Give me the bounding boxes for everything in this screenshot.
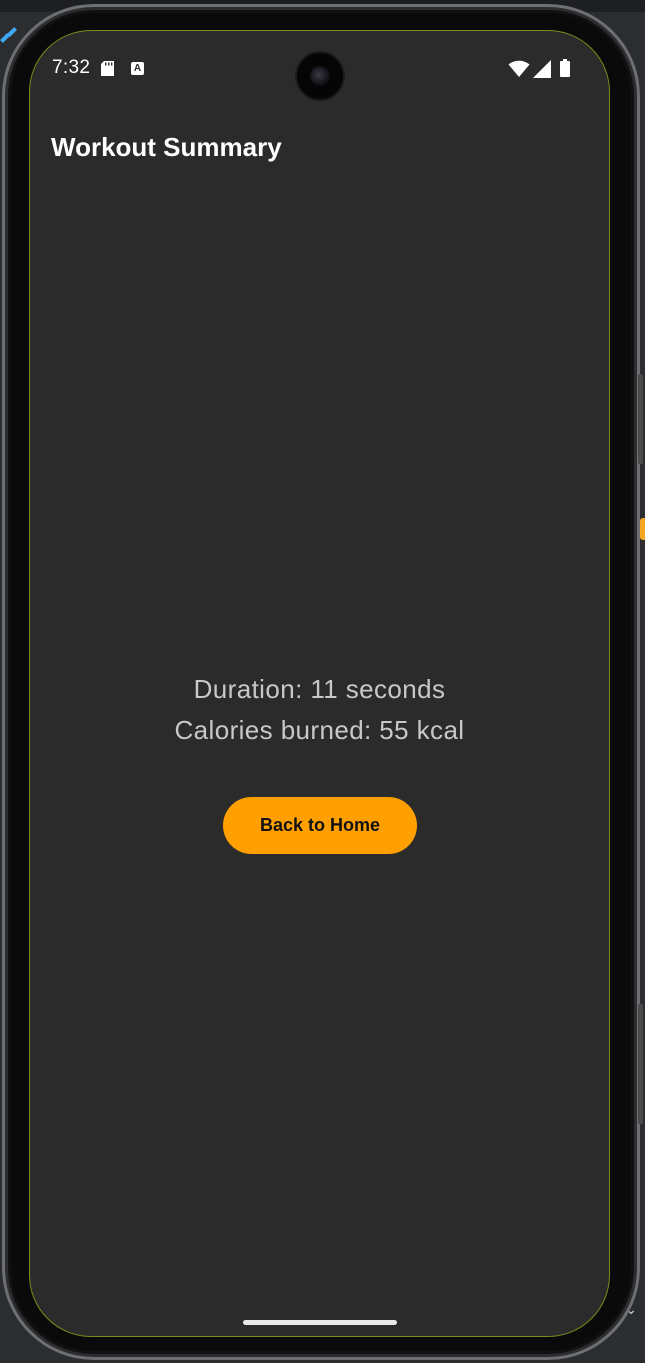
wifi-icon <box>508 60 530 77</box>
ide-marker <box>640 518 645 540</box>
back-to-home-button[interactable]: Back to Home <box>223 797 417 854</box>
volume-button <box>638 1004 643 1124</box>
device-screen: 7:32 A Workout Summary Duration: 11 seco… <box>29 30 610 1337</box>
signal-icon <box>533 60 551 78</box>
power-button <box>638 374 643 464</box>
page-title: Workout Summary <box>51 132 282 162</box>
calories-text: Calories burned: 55 kcal <box>174 715 465 745</box>
home-indicator[interactable] <box>243 1320 397 1325</box>
sd-card-icon <box>101 61 114 76</box>
front-camera-icon <box>297 53 343 99</box>
workout-summary: Duration: 11 seconds Calories burned: 55… <box>30 669 609 751</box>
flutter-logo-icon <box>0 27 18 48</box>
a-keyboard-icon: A <box>131 62 144 75</box>
battery-icon <box>560 59 570 77</box>
status-time: 7:32 <box>52 57 91 78</box>
duration-text: Duration: 11 seconds <box>193 674 446 704</box>
status-bar: 7:32 A <box>30 31 609 107</box>
